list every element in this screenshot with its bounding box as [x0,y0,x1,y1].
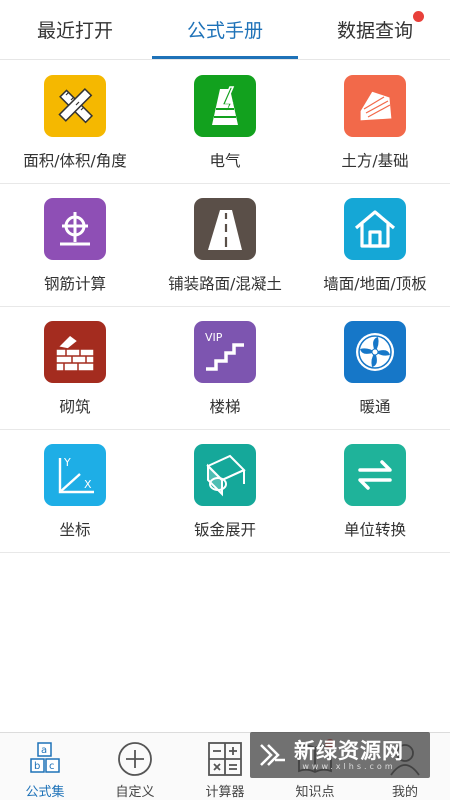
tab-data-query[interactable]: 数据查询 [300,0,450,59]
category-rebar[interactable]: 钢筋计算 [0,184,150,306]
category-label: 砌筑 [59,398,91,416]
watermark-text: 新绿资源网 [294,738,404,763]
sheet-metal-icon [194,444,256,506]
category-paving-concrete[interactable]: 铺装路面/混凝土 [150,184,300,306]
plus-circle-icon [115,739,155,779]
category-electrical[interactable]: 电气 [150,61,300,183]
category-wall-floor-ceiling[interactable]: 墙面/地面/顶板 [300,184,450,306]
tab-recent-label: 最近打开 [36,20,113,42]
house-icon [344,198,406,260]
watermark-overlay: 新绿资源网 www.xlhs.com [250,732,430,778]
watermark-subtext: www.xlhs.com [302,761,396,771]
category-label: 钢筋计算 [43,275,106,293]
rebar-icon [44,198,106,260]
category-unit-conversion[interactable]: 单位转换 [300,430,450,552]
calculator-icon [205,739,245,779]
category-stairs[interactable]: VIP 楼梯 [150,307,300,429]
grid-row: 钢筋计算 铺装路面/混凝土 墙面/地面/顶板 [0,184,450,307]
category-coordinates[interactable]: Y X 坐标 [0,430,150,552]
ruler-pencil-icon [44,75,106,137]
category-label: 钣金展开 [193,521,256,539]
category-label: 楼梯 [209,398,241,416]
electric-tower-icon [194,75,256,137]
notification-dot [413,11,424,22]
category-label: 暖通 [359,398,391,416]
stairs-icon: VIP [194,321,256,383]
category-sheet-metal[interactable]: 钣金展开 [150,430,300,552]
nav-label: 公式集 [25,785,65,800]
category-hvac[interactable]: 暖通 [300,307,450,429]
coordinate-axes-icon: Y X [44,444,106,506]
swap-arrows-icon [344,444,406,506]
tab-data-query-label: 数据查询 [336,20,413,42]
tab-recent[interactable]: 最近打开 [0,0,150,59]
category-label: 面积/体积/角度 [23,152,127,170]
vip-badge-text: VIP [205,331,223,344]
category-earthwork[interactable]: 土方/基础 [300,61,450,183]
top-tab-bar: 最近打开 公式手册 数据查询 [0,0,450,60]
category-label: 电气 [209,152,241,170]
block-letter-a: a [41,745,47,756]
category-label: 土方/基础 [341,152,409,170]
tab-formula-handbook-label: 公式手册 [186,20,263,42]
grid-row: Y X 坐标 钣金展开 单位转换 [0,430,450,553]
excavator-icon [344,75,406,137]
nav-label: 计算器 [205,785,245,800]
nav-label: 我的 [391,785,418,800]
nav-label: 知识点 [295,785,335,800]
grid-row: 砌筑 VIP 楼梯 暖通 [0,307,450,430]
block-letter-c: c [49,761,55,772]
grid-row: 面积/体积/角度 电气 土方/基础 [0,61,450,184]
road-icon [194,198,256,260]
block-letter-b: b [34,761,40,772]
formula-blocks-icon: a b c [25,739,65,779]
nav-label: 自定义 [115,785,155,800]
nav-formula-set[interactable]: a b c 公式集 [0,733,90,800]
brick-wall-icon [44,321,106,383]
category-area-volume-angle[interactable]: 面积/体积/角度 [0,61,150,183]
category-label: 坐标 [59,521,91,539]
category-label: 墙面/地面/顶板 [323,275,427,293]
category-grid: 面积/体积/角度 电气 土方/基础 钢筋计算 铺装路面/混凝土 墙面/地面/顶板… [0,61,450,553]
category-masonry[interactable]: 砌筑 [0,307,150,429]
axis-x-label: X [84,478,92,491]
tab-formula-handbook[interactable]: 公式手册 [150,0,300,59]
fan-icon [344,321,406,383]
axis-y-label: Y [63,456,71,469]
category-label: 单位转换 [343,521,406,539]
category-label: 铺装路面/混凝土 [168,275,282,293]
watermark-logo-icon [260,744,285,766]
nav-custom[interactable]: 自定义 [90,733,180,800]
